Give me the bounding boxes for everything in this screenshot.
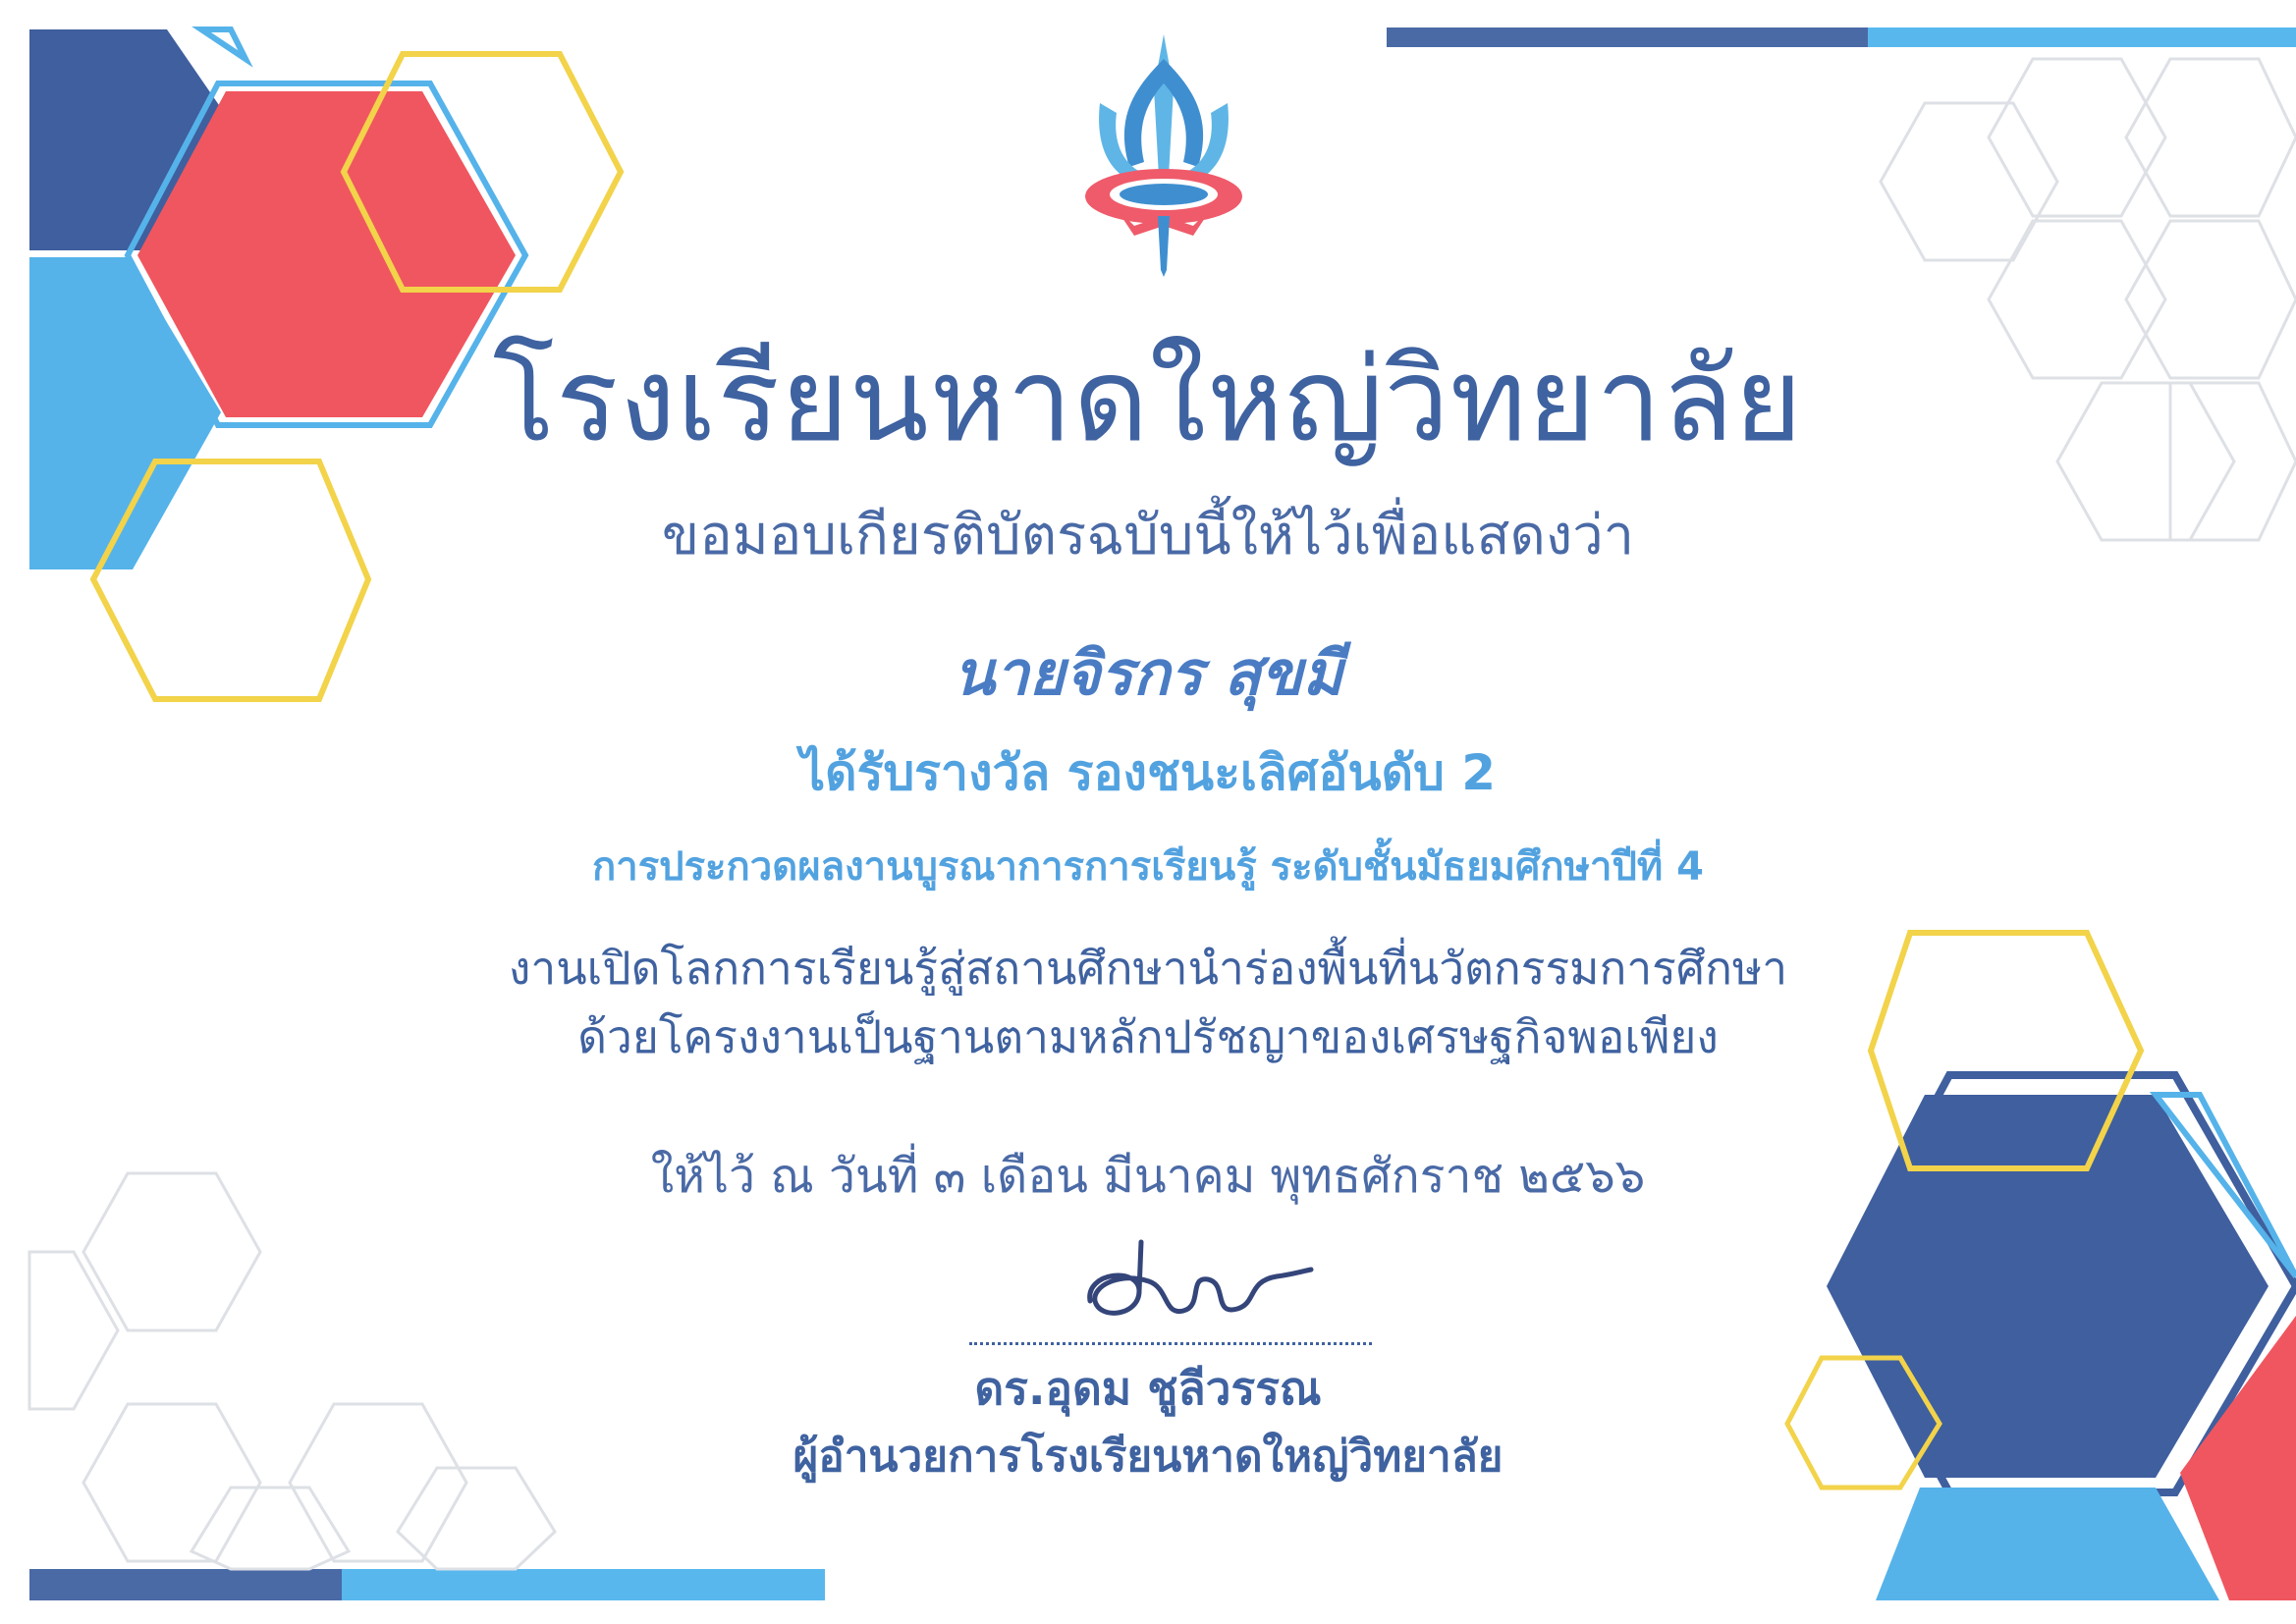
signer-name: ดร.อุดม ชูลีวรรณ	[974, 1362, 1322, 1415]
event-line-2: ด้วยโครงงานเป็นฐานตามหลักปรัชญาของเศรษฐก…	[577, 1010, 1719, 1063]
school-name-title: โรงเรียนหาดใหญ่วิทยาลัย	[492, 332, 1804, 467]
signature-line	[969, 1342, 1372, 1345]
signer-title: ผู้อำนวยการโรงเรียนหาดใหญ่วิทยาลัย	[793, 1432, 1503, 1482]
intro-line: ขอมอบเกียรติบัตรฉบับนี้ให้ไว้เพื่อแสดงว่…	[661, 504, 1635, 568]
certificate-page: โรงเรียนหาดใหญ่วิทยาลัย ขอมอบเกียรติบัตร…	[0, 0, 2296, 1624]
bottom-stripe-navy	[29, 1569, 342, 1600]
date-line: ให้ไว้ ณ วันที่ ๓ เดือน มีนาคม พุทธศักรา…	[650, 1149, 1646, 1204]
sky-outline-hexagon	[191, 27, 253, 68]
sky-hexagon-bottom-right	[1876, 1488, 2219, 1600]
award-line: ได้รับรางวัล รองชนะเลิศอันดับ 2	[799, 744, 1497, 801]
event-line-1: งานเปิดโลกการเรียนรู้สู่สถานศึกษานำร่องพ…	[508, 942, 1788, 995]
contest-line: การประกวดผลงานบูรณาการการเรียนรู้ ระดับช…	[592, 844, 1704, 890]
top-stripe-navy	[1387, 27, 1868, 47]
bottom-stripe-sky	[342, 1569, 825, 1600]
recipient-name: นายจิรกร สุขมี	[953, 637, 1343, 709]
top-stripe-sky	[1868, 27, 2296, 47]
handwritten-signature	[1087, 1239, 1314, 1316]
trident-emblem-icon	[1085, 34, 1242, 277]
